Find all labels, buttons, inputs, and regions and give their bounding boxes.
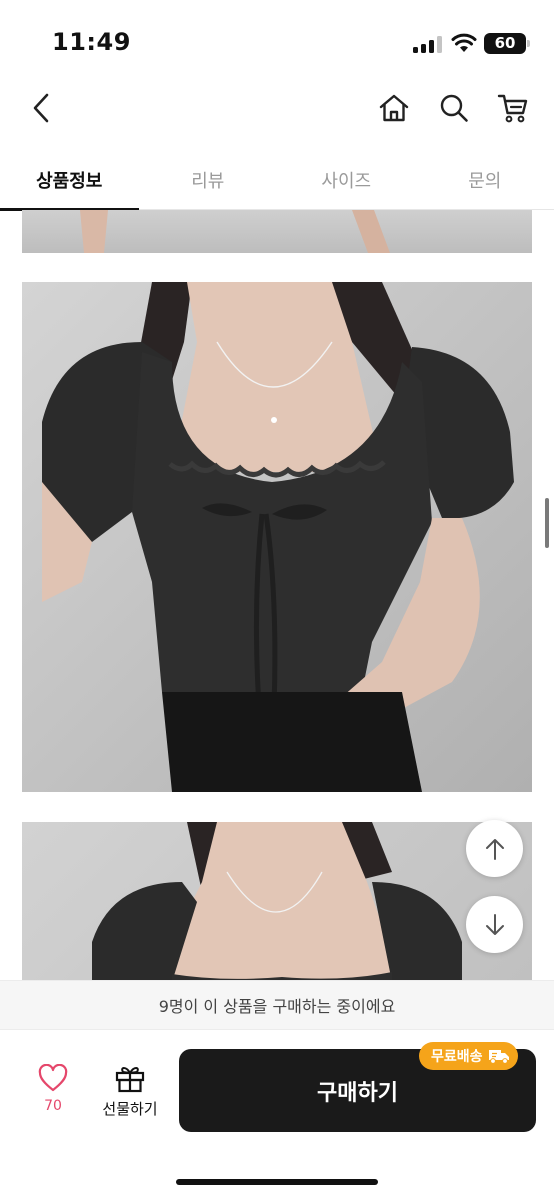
wifi-icon [451, 33, 477, 52]
arrow-up-icon [485, 838, 504, 860]
product-photo-top [22, 210, 532, 253]
gift-icon [115, 1067, 145, 1093]
free-shipping-badge: 무료배송 [419, 1042, 518, 1070]
cellular-signal-icon [413, 35, 443, 53]
battery-level: 60 [484, 33, 526, 54]
model-closeup-illustration [92, 822, 462, 982]
tab-size[interactable]: 사이즈 [277, 150, 416, 210]
arrow-down-icon [485, 913, 504, 935]
chevron-left-icon [33, 93, 49, 123]
model-wearing-top-illustration [42, 282, 514, 792]
free-shipping-label: 무료배송 [431, 1049, 483, 1065]
like-count: 70 [44, 1098, 62, 1114]
status-bar: 11:49 60 [0, 0, 554, 80]
battery-cap [527, 40, 530, 47]
home-indicator [176, 1179, 378, 1185]
home-icon [379, 94, 409, 122]
home-button[interactable] [376, 90, 412, 126]
product-tabs: 상품정보 리뷰 사이즈 문의 [0, 150, 554, 211]
scrollbar-thumb[interactable] [545, 498, 549, 548]
tab-inquiry[interactable]: 문의 [416, 150, 554, 210]
cart-icon [497, 94, 528, 123]
cart-button[interactable] [495, 90, 531, 126]
top-navigation [0, 80, 554, 140]
tab-reviews[interactable]: 리뷰 [139, 150, 278, 210]
purchase-activity-notice: 9명이 이 상품을 구매하는 중이에요 [0, 980, 554, 1030]
heart-icon [38, 1064, 68, 1092]
back-button[interactable] [24, 90, 60, 126]
search-icon [440, 94, 468, 122]
scroll-down-button[interactable] [466, 896, 523, 953]
gift-button[interactable]: 선물하기 [96, 1062, 164, 1126]
like-button[interactable]: 70 [28, 1064, 78, 1124]
tab-product-info[interactable]: 상품정보 [0, 150, 139, 211]
search-button[interactable] [436, 90, 472, 126]
truck-icon [488, 1050, 509, 1064]
scroll-to-top-button[interactable] [466, 820, 523, 877]
gift-label: 선물하기 [102, 1100, 158, 1118]
product-photo-second [22, 822, 532, 982]
photo-arms-illustration [80, 210, 390, 253]
product-photo-main [22, 282, 532, 792]
status-time: 11:49 [52, 28, 131, 56]
bottom-action-bar: 70 선물하기 구매하기 무료배송 [0, 1030, 554, 1200]
